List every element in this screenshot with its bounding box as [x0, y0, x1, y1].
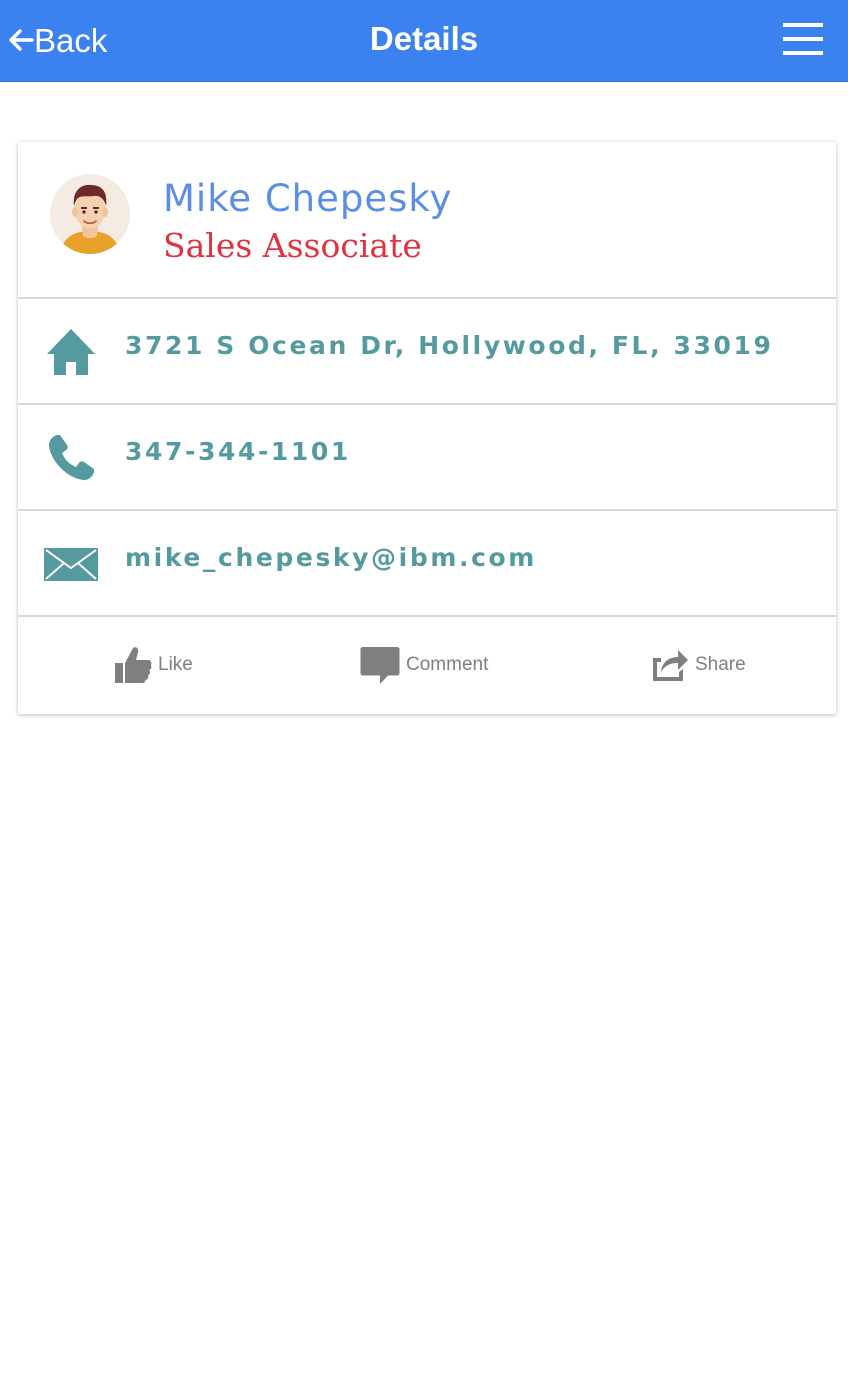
phone-row[interactable]: 347-344-1101: [18, 405, 836, 511]
envelope-icon: [44, 548, 98, 581]
action-bar: Like Comment Share: [18, 618, 836, 714]
comment-label: Comment: [406, 654, 489, 675]
email-row[interactable]: mike_chepesky@ibm.com: [18, 511, 836, 617]
address-row[interactable]: 3721 S Ocean Dr, Hollywood, FL, 33019: [18, 299, 836, 405]
contact-name: Mike Chepesky: [163, 177, 453, 220]
comment-button[interactable]: Comment: [360, 642, 488, 688]
top-app-bar: Back Details: [0, 0, 848, 82]
phone-icon: [49, 435, 94, 480]
contact-job-title: Sales Associate: [163, 226, 422, 265]
contact-card: Mike Chepesky Sales Associate 3721 S Oce…: [18, 142, 836, 714]
thumbs-up-icon: [115, 647, 152, 683]
share-label: Share: [695, 654, 746, 675]
page-title: Details: [369, 20, 479, 57]
email-text: mike_chepesky@ibm.com: [125, 543, 537, 572]
share-button[interactable]: Share: [651, 642, 746, 688]
profile-header: Mike Chepesky Sales Associate: [18, 142, 836, 299]
back-button-label: Back: [34, 21, 108, 59]
hamburger-menu-button[interactable]: [780, 22, 826, 56]
back-arrow-icon: [9, 29, 34, 51]
avatar: [50, 174, 130, 254]
like-button[interactable]: Like: [114, 642, 193, 688]
back-button[interactable]: Back: [8, 18, 107, 62]
home-icon: [47, 329, 95, 375]
share-icon: [653, 650, 688, 681]
like-label: Like: [158, 654, 193, 675]
comment-icon: [360, 647, 400, 684]
address-text: 3721 S Ocean Dr, Hollywood, FL, 33019: [125, 331, 774, 360]
phone-text: 347-344-1101: [125, 437, 351, 466]
